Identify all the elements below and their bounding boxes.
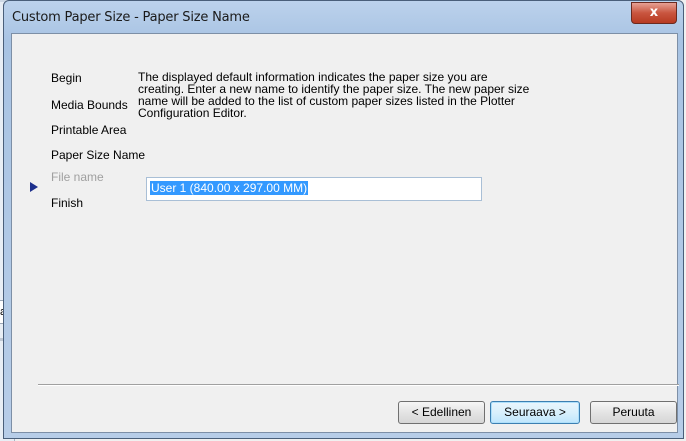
step-media-bounds: Media Bounds <box>51 98 128 112</box>
step-begin: Begin <box>51 71 82 85</box>
close-button[interactable]: x <box>631 2 677 24</box>
cancel-button[interactable]: Peruuta <box>590 401 677 424</box>
paper-size-name-value: User 1 (840.00 x 297.00 MM) <box>150 181 309 195</box>
custom-paper-size-dialog: Custom Paper Size - Paper Size Name x Be… <box>3 0 684 439</box>
close-icon: x <box>649 5 659 20</box>
step-description: The displayed default information indica… <box>138 70 530 120</box>
step-printable-area: Printable Area <box>51 123 127 137</box>
button-separator <box>38 384 679 386</box>
back-button[interactable]: < Edellinen <box>398 401 485 424</box>
next-button[interactable]: Seuraava > <box>490 401 580 424</box>
step-paper-size-name: Paper Size Name <box>51 148 146 162</box>
step-finish: Finish <box>51 196 84 210</box>
paper-size-name-input[interactable]: User 1 (840.00 x 297.00 MM) <box>146 177 482 201</box>
step-file-name: File name <box>51 170 104 184</box>
title-bar[interactable]: Custom Paper Size - Paper Size Name x <box>4 1 683 33</box>
dialog-title: Custom Paper Size - Paper Size Name <box>12 10 250 25</box>
current-step-arrow-icon <box>30 182 38 192</box>
